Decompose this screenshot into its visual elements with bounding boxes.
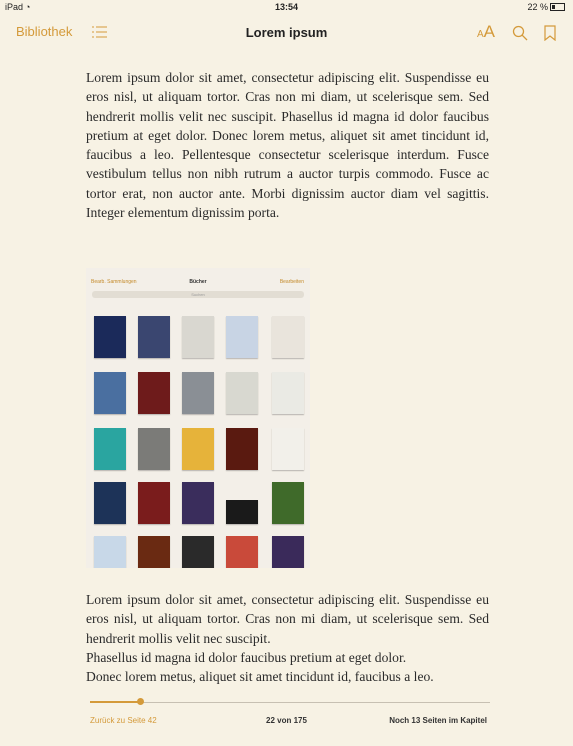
book-cover [138,482,170,524]
book-cover [272,372,304,414]
page-text-bottom: Lorem ipsum dolor sit amet, consectetur … [86,590,489,686]
book-cover [272,316,304,358]
embedded-nav-bar: Bearb. Sammlungen Bücher Bearbeiten [86,277,310,289]
book-cover [182,372,214,414]
embedded-search-field: Suchen [92,291,304,298]
book-cover [226,536,258,568]
book-cover [138,536,170,568]
book-cover [94,536,126,568]
paragraph-line: Lorem ipsum dolor sit amet, consectetur … [86,592,489,646]
book-cover [226,316,258,358]
embedded-library-screenshot: Bearb. Sammlungen Bücher Bearbeiten Such… [86,268,310,568]
book-cover [226,500,258,524]
paragraph-line: Donec lorem metus, aliquet sit amet tinc… [86,669,434,685]
book-cover [138,428,170,470]
font-settings-button[interactable]: AA [477,22,495,42]
book-cover [94,372,126,414]
page-progress-handle[interactable] [137,698,145,705]
page-progress-fill [90,701,141,703]
search-icon[interactable] [512,25,528,41]
book-cover [272,428,304,470]
book-cover [94,428,126,470]
book-cover [138,316,170,358]
reader-toolbar: Bibliothek Lorem ipsum AA [0,18,573,46]
chapter-remaining: Noch 13 Seiten im Kapitel [389,716,487,725]
book-cover [226,372,258,414]
book-cover [182,536,214,568]
book-cover [226,428,258,470]
book-cover [182,428,214,470]
paragraph: Lorem ipsum dolor sit amet, consectetur … [86,70,489,221]
status-time: 13:54 [274,2,299,12]
embedded-nav-title: Bücher [189,279,207,285]
battery-icon [550,3,565,11]
book-cover [138,372,170,414]
paragraph-line: Phasellus id magna id dolor faucibus pre… [86,649,407,665]
embedded-nav-right: Bearbeiten [279,279,304,285]
page-progress-track[interactable] [90,702,490,703]
book-cover [182,316,214,358]
book-cover [94,316,126,358]
book-cover [182,482,214,524]
book-cover [272,482,304,524]
page-count: 22 von 175 [266,716,307,725]
bookmark-icon[interactable] [544,25,556,41]
battery-status: 22 % [527,2,565,12]
book-cover [272,536,304,568]
status-bar: iPad ◔ 13:54 22 % [0,0,573,14]
book-cover [94,482,126,524]
page-text-top: Lorem ipsum dolor sit amet, consectetur … [86,68,489,222]
